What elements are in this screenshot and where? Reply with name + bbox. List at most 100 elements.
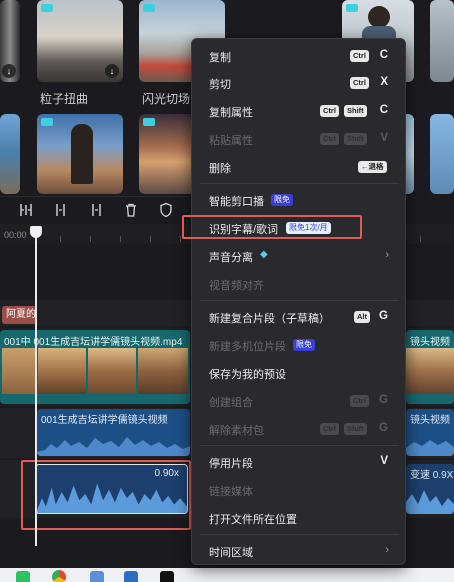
delete-icon[interactable] (123, 202, 139, 218)
capcut-icon[interactable] (160, 571, 174, 582)
menu-item-paste-attributes: 粘贴属性 Ctrl Shift V (192, 127, 405, 151)
media-thumb-1[interactable]: ↓ (0, 0, 20, 82)
menu-item-create-group: 创建组合 Ctrl G (192, 389, 405, 413)
menu-label: 删除 (209, 163, 231, 175)
os-taskbar (0, 568, 454, 582)
app-icon-2[interactable] (124, 571, 138, 582)
menu-item-copy[interactable]: 复制 Ctrl C (192, 44, 405, 68)
menu-item-audio-separate[interactable]: 声音分离 ◆ › (192, 244, 405, 268)
tag-icon (143, 118, 155, 126)
menu-item-smart-cut[interactable]: 智能剪口播 限免 (192, 188, 405, 212)
label-flash: 闪光切场 (142, 92, 191, 106)
menu-label: 创建组合 (209, 397, 253, 409)
menu-item-ungroup: 解除素材包 Ctrl Shift G (192, 417, 405, 441)
menu-item-save-preset[interactable]: 保存为我的预设 (192, 361, 405, 385)
key-ctrl: Ctrl (320, 133, 339, 145)
key-ctrl: Ctrl (350, 50, 369, 62)
download-icon[interactable]: ↓ (105, 64, 119, 78)
menu-label: 保存为我的预设 (209, 369, 286, 381)
menu-item-audio-align: 视音频对齐 (192, 272, 405, 296)
ruler-tick (90, 236, 91, 242)
text-clip[interactable]: 阿夏的 (2, 306, 36, 324)
menu-label: 链接媒体 (209, 486, 253, 498)
free-badge: 限免 (293, 339, 315, 351)
menu-item-open-location[interactable]: 打开文件所在位置 (192, 506, 405, 530)
menu-label: 停用片段 (209, 458, 253, 470)
key-ctrl: Ctrl (350, 395, 369, 407)
menu-label: 复制属性 (209, 107, 253, 119)
right-speed-label: 变速 0.9X (410, 470, 454, 481)
audio-waveform (37, 437, 190, 456)
ruler-tick (120, 236, 121, 242)
video-frame (406, 348, 454, 394)
app-icon[interactable] (90, 571, 104, 582)
free-badge: 限免 (271, 194, 293, 206)
person-head (368, 6, 390, 28)
menu-label: 智能剪口播 (209, 196, 264, 208)
figure-silhouette (71, 124, 93, 184)
key-ctrl: Ctrl (320, 105, 339, 117)
playhead-handle[interactable] (30, 226, 42, 238)
tag-icon (143, 4, 155, 12)
menu-item-link-media: 链接媒体 (192, 478, 405, 502)
chrome-icon[interactable] (52, 570, 66, 582)
media-thumb-10[interactable] (430, 114, 454, 194)
context-menu: 复制 Ctrl C 剪切 Ctrl X 复制属性 Ctrl Shift C 粘贴… (191, 38, 406, 565)
menu-item-disable-clip[interactable]: 停用片段 V (192, 450, 405, 474)
media-thumb-particle[interactable]: ↓ (37, 0, 123, 82)
split-left-icon[interactable] (53, 202, 69, 218)
menu-label: 剪切 (209, 79, 231, 91)
shortcut-letter: V (380, 455, 388, 467)
menu-label: 声音分离 (209, 252, 253, 264)
ruler-time: 00:00 (4, 230, 27, 240)
ruler-tick (420, 236, 421, 242)
wechat-icon[interactable] (16, 571, 30, 582)
tag-icon (41, 4, 53, 12)
media-thumb-5[interactable] (430, 0, 454, 82)
key-shift: Shift (344, 423, 367, 435)
menu-item-delete[interactable]: 删除 ←退格 (192, 155, 405, 179)
video-clip-right[interactable]: 镜头视频 (406, 330, 454, 404)
tag-icon (41, 118, 53, 126)
highlight-recognize-subtitles (182, 215, 362, 239)
key-shift: Shift (344, 105, 367, 117)
menu-label: 新建多机位片段 (209, 341, 286, 353)
media-thumb-7[interactable] (37, 114, 123, 194)
audio-waveform (406, 440, 454, 456)
tag-icon (346, 4, 358, 12)
audio-clip[interactable]: 001生成吉坛讲学儒镜头视频 (37, 409, 190, 456)
menu-separator (200, 300, 399, 301)
menu-item-new-multicam: 新建多机位片段 限免 (192, 333, 405, 357)
shortcut-letter: G (379, 422, 388, 434)
video-frame (138, 348, 188, 394)
menu-label: 粘贴属性 (209, 135, 253, 147)
ruler-tick (180, 236, 181, 242)
menu-separator (200, 445, 399, 446)
menu-item-copy-attributes[interactable]: 复制属性 Ctrl Shift C (192, 99, 405, 123)
menu-item-new-compound[interactable]: 新建复合片段（子草稿） Alt G (192, 305, 405, 329)
video-clip[interactable]: 001中 001生成吉坛讲学儒镜头视频.mp4 (0, 330, 190, 404)
shield-icon[interactable] (158, 202, 174, 218)
download-icon[interactable]: ↓ (2, 64, 16, 78)
audio-clip-right-2[interactable]: 变速 0.9X (406, 464, 454, 514)
chevron-right-icon: › (385, 544, 389, 556)
diamond-icon: ◆ (260, 249, 268, 260)
key-backspace: ←退格 (358, 161, 387, 173)
video-frame (2, 348, 36, 394)
shortcut-letter: C (379, 49, 388, 61)
highlight-selected-audio (21, 460, 191, 530)
media-thumb-6[interactable] (0, 114, 20, 194)
video-frame (88, 348, 136, 394)
audio-clip-right[interactable]: 镜头视频 (406, 409, 454, 456)
split-icon[interactable] (18, 202, 34, 218)
playhead-line[interactable] (35, 226, 37, 546)
video-clip-right-title: 镜头视频 (410, 337, 450, 348)
menu-separator (200, 183, 399, 184)
ruler-tick (60, 236, 61, 242)
menu-label: 新建复合片段（子草稿） (209, 313, 330, 325)
label-particle: 粒子扭曲 (40, 92, 89, 106)
split-right-icon[interactable] (88, 202, 104, 218)
menu-label: 打开文件所在位置 (209, 514, 297, 526)
menu-item-cut[interactable]: 剪切 Ctrl X (192, 71, 405, 95)
menu-item-time-range[interactable]: 时间区域 › (192, 539, 405, 563)
